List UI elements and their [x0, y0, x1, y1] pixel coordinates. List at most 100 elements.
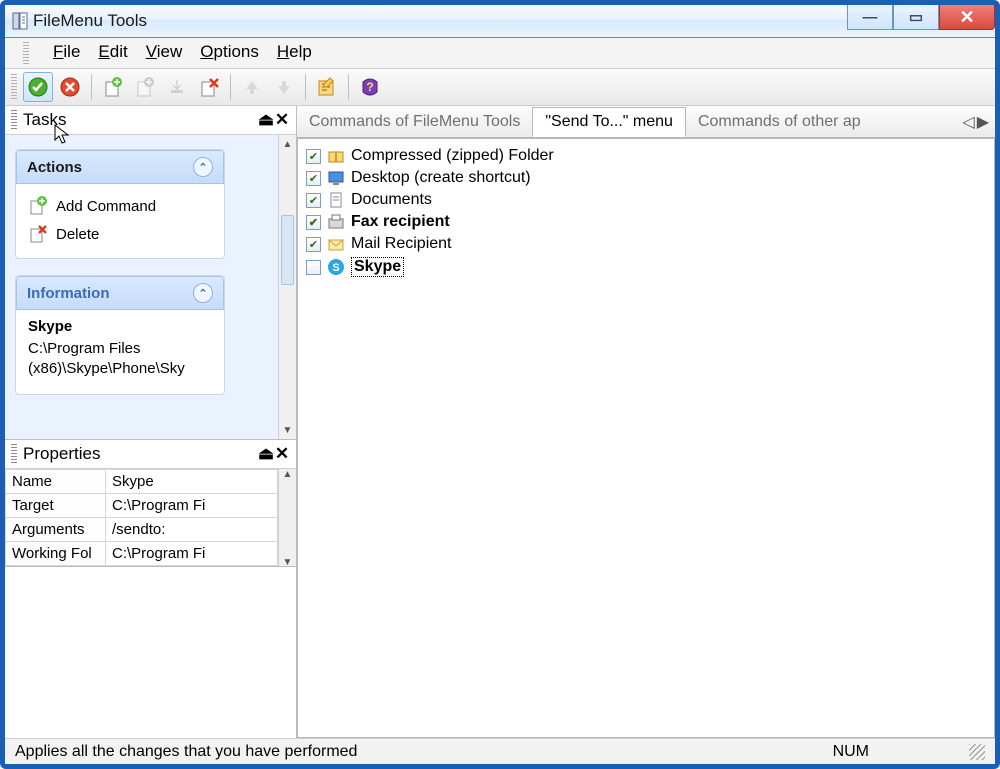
action-add-label: Add Command [56, 198, 156, 215]
left-column: Tasks ⏏ ✕ Actions ⌃ Add Command Delete [5, 106, 297, 738]
properties-grid[interactable]: NameSkypeTargetC:\Program FiArguments/se… [5, 469, 278, 566]
menubar: File Edit View Options Help [5, 38, 995, 69]
zip-icon [327, 147, 345, 165]
add-separator-button[interactable] [162, 72, 192, 102]
main-area: Tasks ⏏ ✕ Actions ⌃ Add Command Delete [5, 106, 995, 738]
delete-button[interactable] [194, 72, 224, 102]
tab-commands-filemenu[interactable]: Commands of FileMenu Tools [297, 108, 532, 136]
actions-heading[interactable]: Actions ⌃ [16, 150, 224, 184]
checkbox[interactable] [306, 260, 321, 275]
item-label: Fax recipient [351, 213, 450, 231]
tabstrip: Commands of FileMenu Tools "Send To..." … [297, 106, 995, 138]
tasks-scrollbar[interactable]: ▲ ▼ [278, 135, 296, 439]
item-label: Compressed (zipped) Folder [351, 147, 554, 165]
status-bar: Applies all the changes that you have pe… [5, 738, 995, 764]
property-value[interactable]: /sendto: [106, 518, 278, 542]
close-panel-icon[interactable]: ✕ [274, 110, 290, 130]
checkbox[interactable]: ✔ [306, 149, 321, 164]
send-to-item[interactable]: ✔ Documents [306, 189, 986, 211]
pin-icon[interactable]: ⏏ [258, 110, 274, 130]
doc-icon [327, 191, 345, 209]
checkbox[interactable]: ✔ [306, 171, 321, 186]
property-row[interactable]: Working FolC:\Program Fi [6, 542, 278, 566]
pin-properties-icon[interactable]: ⏏ [258, 444, 274, 464]
move-down-button[interactable] [269, 72, 299, 102]
properties-panel: Properties ⏏ ✕ NameSkypeTargetC:\Program… [5, 440, 296, 666]
close-properties-icon[interactable]: ✕ [274, 444, 290, 464]
menu-file[interactable]: File [53, 42, 80, 64]
send-to-item[interactable]: S Skype [306, 255, 986, 279]
options-button[interactable] [312, 72, 342, 102]
apply-button[interactable] [23, 72, 53, 102]
information-card: Information ⌃ Skype C:\Program Files (x8… [15, 275, 225, 395]
tab-commands-other[interactable]: Commands of other ap [686, 108, 873, 136]
fax-icon [327, 213, 345, 231]
properties-description-area [5, 566, 296, 666]
property-row[interactable]: NameSkype [6, 470, 278, 494]
send-to-item[interactable]: ✔Desktop (create shortcut) [306, 167, 986, 189]
send-to-item[interactable]: ✔ Mail Recipient [306, 233, 986, 255]
minimize-button[interactable]: ― [847, 5, 893, 30]
close-button[interactable]: ✕ [939, 5, 995, 30]
tasks-panel-header: Tasks ⏏ ✕ [5, 106, 296, 135]
titlebar: FileMenu Tools ― ▭ ✕ [5, 5, 995, 38]
info-item-path: C:\Program Files (x86)\Skype\Phone\Sky [28, 339, 212, 380]
send-to-item[interactable]: ✔ Fax recipient [306, 211, 986, 233]
desktop-icon [327, 169, 345, 187]
menu-edit[interactable]: Edit [98, 42, 127, 64]
property-value[interactable]: C:\Program Fi [106, 494, 278, 518]
info-item-name: Skype [28, 318, 212, 335]
toolbar: ? [5, 69, 995, 106]
item-label: Skype [351, 257, 404, 277]
property-key: Arguments [6, 518, 106, 542]
actions-card: Actions ⌃ Add Command Delete [15, 149, 225, 259]
collapse-actions-icon[interactable]: ⌃ [193, 157, 213, 177]
add-submenu-button[interactable] [130, 72, 160, 102]
item-label: Mail Recipient [351, 235, 451, 253]
skype-icon: S [327, 258, 345, 276]
properties-title: Properties [23, 444, 100, 464]
checkbox[interactable]: ✔ [306, 193, 321, 208]
tab-send-to[interactable]: "Send To..." menu [532, 107, 686, 137]
tab-scroll-left-icon[interactable]: ◁ [962, 112, 974, 132]
item-label: Documents [351, 191, 432, 209]
information-heading[interactable]: Information ⌃ [16, 276, 224, 310]
action-delete-label: Delete [56, 226, 99, 243]
menu-view[interactable]: View [146, 42, 183, 64]
menu-help[interactable]: Help [277, 42, 312, 64]
send-to-list[interactable]: ✔ Compressed (zipped) Folder ✔Desktop (cre… [297, 138, 995, 738]
toolbar-handle[interactable] [11, 74, 17, 100]
property-value[interactable]: C:\Program Fi [106, 542, 278, 566]
property-value[interactable]: Skype [106, 470, 278, 494]
properties-scrollbar[interactable]: ▲ ▼ [278, 469, 296, 566]
move-up-button[interactable] [237, 72, 267, 102]
tab-scroll-right-icon[interactable]: ▶ [977, 112, 989, 132]
send-to-item[interactable]: ✔ Compressed (zipped) Folder [306, 145, 986, 167]
property-key: Working Fol [6, 542, 106, 566]
right-column: Commands of FileMenu Tools "Send To..." … [297, 106, 995, 738]
svg-text:?: ? [366, 80, 373, 94]
status-num: NUM [833, 743, 869, 761]
menu-options[interactable]: Options [200, 42, 259, 64]
resize-grip-icon[interactable] [969, 744, 985, 760]
status-text: Applies all the changes that you have pe… [15, 743, 357, 761]
property-key: Target [6, 494, 106, 518]
checkbox[interactable]: ✔ [306, 215, 321, 230]
app-icon [11, 12, 29, 30]
tasks-title: Tasks [23, 110, 66, 130]
property-row[interactable]: TargetC:\Program Fi [6, 494, 278, 518]
checkbox[interactable]: ✔ [306, 237, 321, 252]
window-title: FileMenu Tools [29, 11, 847, 31]
action-add-command[interactable]: Add Command [28, 192, 212, 220]
help-button[interactable]: ? [355, 72, 385, 102]
tasks-panel: Actions ⌃ Add Command Delete Information… [5, 135, 296, 440]
menubar-handle[interactable] [23, 42, 29, 64]
mail-icon [327, 235, 345, 253]
property-row[interactable]: Arguments/sendto: [6, 518, 278, 542]
cancel-button[interactable] [55, 72, 85, 102]
add-command-button[interactable] [98, 72, 128, 102]
collapse-info-icon[interactable]: ⌃ [193, 283, 213, 303]
property-key: Name [6, 470, 106, 494]
maximize-button[interactable]: ▭ [893, 5, 939, 30]
action-delete[interactable]: Delete [28, 220, 212, 248]
